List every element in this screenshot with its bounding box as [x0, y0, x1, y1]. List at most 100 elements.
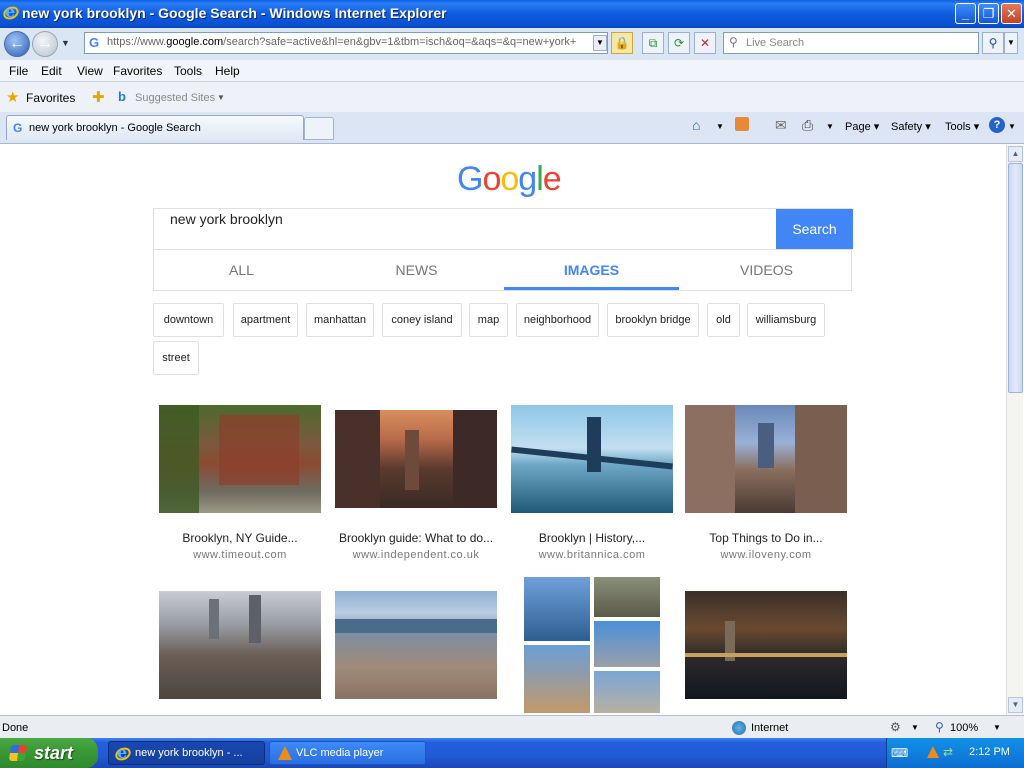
- menu-tools[interactable]: Tools: [174, 64, 202, 78]
- compatibility-view-icon[interactable]: ⧉: [642, 32, 664, 54]
- chip-williamsburg[interactable]: williamsburg: [747, 303, 825, 337]
- scroll-up-icon[interactable]: ▲: [1008, 146, 1023, 162]
- favorites-button[interactable]: Favorites: [26, 91, 75, 105]
- tab-news[interactable]: NEWS: [329, 262, 504, 278]
- page-menu[interactable]: Page ▾: [845, 120, 879, 133]
- result-image[interactable]: [159, 405, 321, 513]
- result-title: Brooklyn | History,...: [538, 531, 646, 545]
- stop-icon[interactable]: ✕: [694, 32, 716, 54]
- chip-manhattan[interactable]: manhattan: [306, 303, 374, 337]
- chip-coney-island[interactable]: coney island: [382, 303, 462, 337]
- search-query: new york brooklyn: [170, 211, 283, 227]
- result-image-collage[interactable]: [524, 577, 660, 713]
- result-image[interactable]: [685, 591, 847, 699]
- favorites-bar: ★ Favorites ✚ b Suggested Sites ▼: [0, 82, 1024, 112]
- keyboard-icon[interactable]: ⌨: [891, 746, 908, 760]
- back-button[interactable]: ←: [4, 31, 30, 57]
- taskbar-item-ie[interactable]: e new york brooklyn - ...: [108, 741, 265, 765]
- feeds-icon[interactable]: [735, 117, 749, 131]
- help-dropdown-icon[interactable]: ▼: [1008, 122, 1016, 131]
- new-tab-button[interactable]: [304, 117, 334, 140]
- tools-menu[interactable]: Tools ▾: [945, 120, 979, 133]
- scroll-thumb[interactable]: [1008, 163, 1023, 393]
- menu-edit[interactable]: Edit: [41, 64, 62, 78]
- live-search-go-icon[interactable]: ⚲: [982, 32, 1004, 54]
- result-source: www.independent.co.uk: [352, 549, 480, 561]
- result-image[interactable]: [159, 591, 321, 699]
- vlc-tray-icon[interactable]: [927, 746, 939, 758]
- logo-letter: o: [482, 160, 501, 198]
- address-dropdown-icon[interactable]: ▼: [593, 35, 607, 51]
- scroll-down-icon[interactable]: ▼: [1008, 697, 1023, 713]
- search-button[interactable]: Search: [776, 209, 853, 249]
- title-bar[interactable]: e new york brooklyn - Google Search - Wi…: [0, 0, 1024, 28]
- chip-street[interactable]: street: [153, 341, 199, 375]
- close-button[interactable]: ✕: [1001, 3, 1022, 24]
- tab-images[interactable]: IMAGES: [504, 262, 679, 278]
- home-icon[interactable]: ⌂: [692, 117, 700, 133]
- chip-old[interactable]: old: [707, 303, 740, 337]
- result-caption[interactable]: Brooklyn guide: What to do... www.indepe…: [335, 531, 497, 561]
- print-dropdown-icon[interactable]: ▼: [826, 122, 834, 131]
- google-favicon-icon: G: [13, 121, 23, 135]
- result-title: Brooklyn guide: What to do...: [338, 531, 494, 545]
- home-dropdown-icon[interactable]: ▼: [716, 122, 724, 131]
- zoom-icon[interactable]: ⚲: [935, 720, 944, 734]
- result-image[interactable]: [511, 405, 673, 513]
- network-icon[interactable]: ⇄: [943, 745, 953, 759]
- taskbar-item-vlc[interactable]: VLC media player: [269, 741, 426, 765]
- chip-brooklyn-bridge[interactable]: brooklyn bridge: [607, 303, 699, 337]
- tab-videos[interactable]: VIDEOS: [679, 262, 854, 278]
- menu-favorites[interactable]: Favorites: [113, 64, 162, 78]
- address-url: https://www.google.com/search?safe=activ…: [107, 36, 577, 48]
- chip-map[interactable]: map: [469, 303, 508, 337]
- zoom-dropdown-icon[interactable]: ▼: [993, 723, 1001, 732]
- result-source: www.britannica.com: [538, 549, 646, 561]
- result-caption[interactable]: Brooklyn, NY Guide... www.timeout.com: [159, 531, 321, 561]
- recent-pages-dropdown-icon[interactable]: ▼: [61, 38, 70, 48]
- read-mail-icon[interactable]: ✉: [775, 117, 787, 134]
- safety-menu[interactable]: Safety ▾: [891, 120, 931, 133]
- live-search-input[interactable]: ⚲ Live Search: [723, 32, 979, 54]
- chip-neighborhood[interactable]: neighborhood: [516, 303, 599, 337]
- restore-button[interactable]: ❐: [978, 3, 999, 24]
- menu-help[interactable]: Help: [215, 64, 240, 78]
- clock[interactable]: 2:12 PM: [969, 746, 1010, 758]
- tab-active[interactable]: G new york brooklyn - Google Search: [6, 115, 304, 140]
- result-image[interactable]: [335, 591, 497, 699]
- help-icon[interactable]: ?: [989, 117, 1005, 133]
- chip-downtown[interactable]: downtown: [153, 303, 224, 337]
- google-favicon-icon: G: [89, 35, 100, 50]
- result-source: www.iloveny.com: [720, 549, 812, 561]
- minimize-button[interactable]: _: [955, 3, 976, 24]
- print-icon[interactable]: ⎙: [802, 117, 813, 134]
- address-bar[interactable]: G https://www.google.com/search?safe=act…: [84, 32, 608, 54]
- logo-letter: G: [457, 160, 483, 198]
- favorites-star-icon: ★: [6, 89, 20, 106]
- search-input[interactable]: new york brooklyn Search: [153, 208, 853, 250]
- result-image[interactable]: [335, 410, 497, 508]
- windows-logo-icon: [8, 745, 28, 761]
- suggested-sites-link[interactable]: Suggested Sites: [135, 92, 215, 104]
- menu-bar: File Edit View Favorites Tools Help: [0, 60, 1024, 82]
- forward-button[interactable]: →: [32, 31, 58, 57]
- search-options-dropdown-icon[interactable]: ▼: [1004, 32, 1018, 54]
- lock-icon[interactable]: 🔒: [611, 32, 633, 54]
- chip-apartment[interactable]: apartment: [233, 303, 298, 337]
- suggested-sites-dropdown-icon[interactable]: ▼: [217, 93, 225, 102]
- tab-all[interactable]: ALL: [154, 262, 329, 278]
- menu-view[interactable]: View: [77, 64, 103, 78]
- result-caption[interactable]: Top Things to Do in... www.iloveny.com: [685, 531, 847, 561]
- result-title: Top Things to Do in...: [709, 531, 823, 545]
- menu-file[interactable]: File: [9, 64, 28, 78]
- add-to-favorites-icon[interactable]: ✚: [92, 88, 105, 106]
- result-image[interactable]: [685, 405, 847, 513]
- start-button[interactable]: start: [0, 738, 98, 768]
- result-caption[interactable]: Brooklyn | History,... www.britannica.co…: [511, 531, 673, 561]
- zoom-level[interactable]: 100%: [950, 722, 978, 734]
- tab-active-label: new york brooklyn - Google Search: [29, 122, 201, 134]
- vertical-scrollbar[interactable]: ▲ ▼: [1006, 145, 1023, 715]
- protected-mode-dropdown-icon[interactable]: ▼: [911, 723, 919, 732]
- protected-mode-icon[interactable]: ⚙: [890, 720, 901, 734]
- refresh-icon[interactable]: ⟳: [668, 32, 690, 54]
